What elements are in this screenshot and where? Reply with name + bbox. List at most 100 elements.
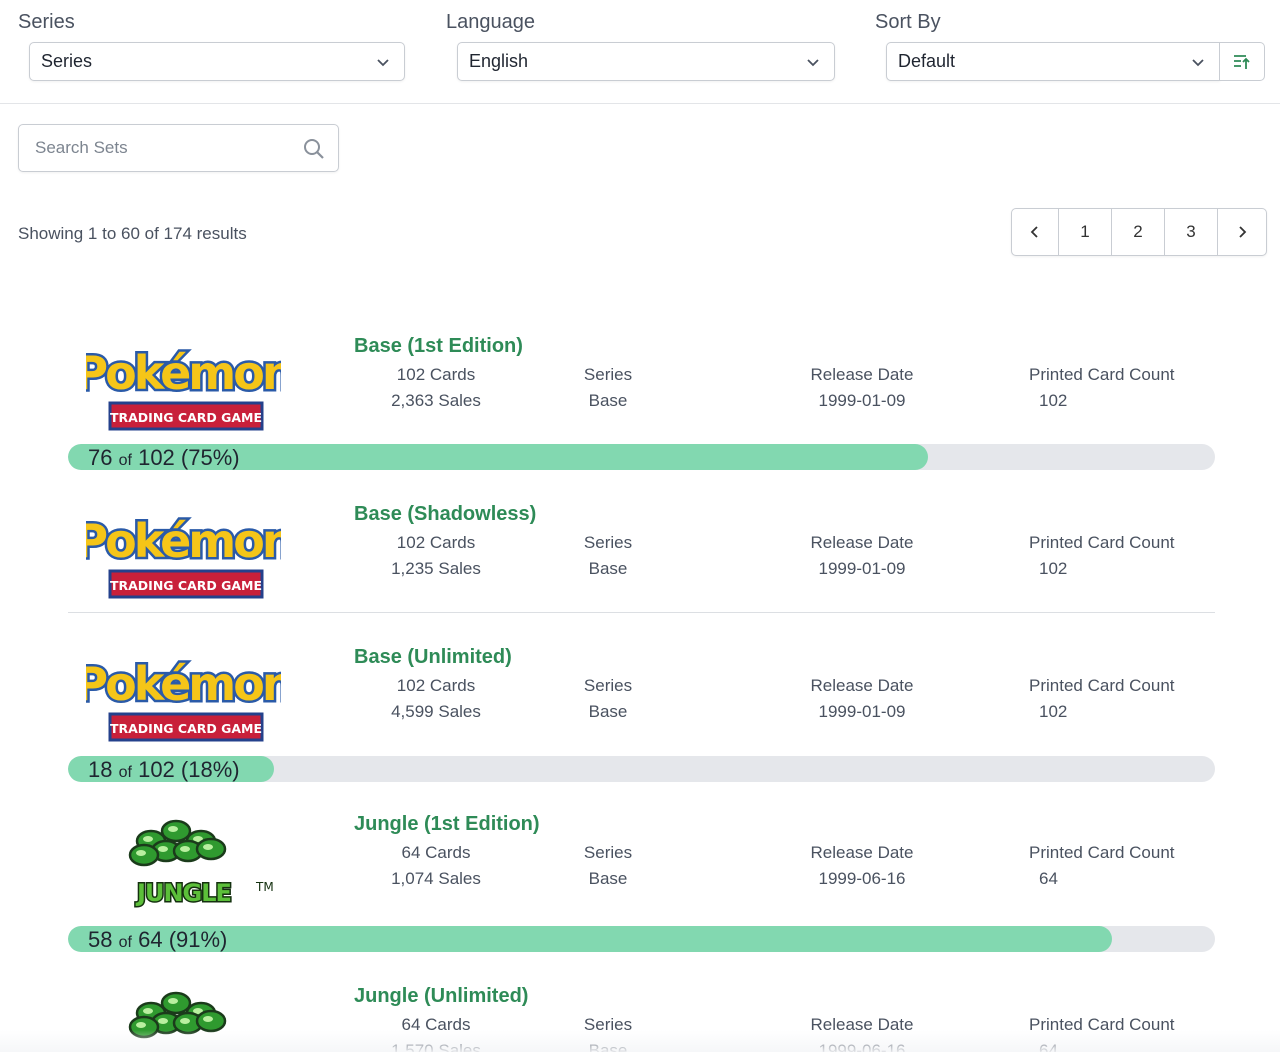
chevron-down-icon <box>807 59 819 67</box>
progress-percent: (18%) <box>180 757 240 782</box>
page-3-button[interactable]: 3 <box>1165 209 1218 255</box>
set-printed-count-value: 102 <box>1039 559 1068 578</box>
set-sales-total: 4,599 Sales <box>391 702 481 721</box>
progress-owned: 58 <box>88 927 113 952</box>
set-printed-count-label: Printed Card Count <box>1029 843 1175 862</box>
filter-bar: Series Series Language English Sort By D… <box>0 0 1280 104</box>
set-printed-count-label: Printed Card Count <box>1029 676 1175 695</box>
set-name-link[interactable]: Base (1st Edition) <box>354 335 523 358</box>
pokemon-tcg-logo[interactable]: Pokémon TRADING CARD GAME <box>86 499 281 599</box>
series-select[interactable]: Series <box>29 42 405 81</box>
progress-label: 76 of 102 (75%) <box>88 445 240 470</box>
progress-of: of <box>118 934 132 951</box>
set-printed-count-value: 64 <box>1039 869 1058 888</box>
set-card-stats: 102 Cards 4,599 Sales <box>386 673 486 725</box>
sort-direction-button[interactable] <box>1220 42 1265 81</box>
set-series-label: Series <box>583 843 633 862</box>
set-release-value: 1999-01-09 <box>818 702 906 721</box>
pagination: 1 2 3 <box>1011 208 1267 256</box>
collection-progress-bar: 58 of 64 (91%) <box>68 926 1215 952</box>
next-page-button[interactable] <box>1218 209 1266 255</box>
collection-progress-bar: 76 of 102 (75%) <box>68 444 1215 470</box>
progress-of: of <box>118 764 132 781</box>
logo-wordmark: Pokémon <box>86 514 281 568</box>
set-card-total: 102 Cards <box>396 365 476 384</box>
set-card-stats: 102 Cards 1,235 Sales <box>386 530 486 582</box>
progress-total: 64 <box>138 927 163 952</box>
chevron-down-icon <box>1192 59 1204 67</box>
set-printed-count: Printed Card Count 102 <box>1029 673 1193 725</box>
search-sets-input[interactable] <box>35 138 285 158</box>
set-series: Series Base <box>568 530 648 582</box>
set-release: Release Date 1999-06-16 <box>798 840 926 892</box>
set-sales-total: 1,235 Sales <box>391 559 481 578</box>
set-series-value: Base <box>588 391 628 410</box>
page-1-button[interactable]: 1 <box>1059 209 1112 255</box>
sort-ascending-icon <box>1234 54 1250 69</box>
set-card-stats: 102 Cards 2,363 Sales <box>386 362 486 414</box>
set-series-label: Series <box>583 533 633 552</box>
set-printed-count-label: Printed Card Count <box>1029 365 1175 384</box>
series-select-value: Series <box>41 51 93 71</box>
set-name-link[interactable]: Jungle (Unlimited) <box>354 985 528 1008</box>
set-series-value: Base <box>588 869 628 888</box>
set-printed-count-label: Printed Card Count <box>1029 533 1175 552</box>
progress-percent: (75%) <box>180 445 240 470</box>
set-name-link[interactable]: Jungle (1st Edition) <box>354 813 540 836</box>
page-2-button[interactable]: 2 <box>1112 209 1165 255</box>
set-series: Series Base <box>568 362 648 414</box>
progress-of: of <box>118 452 132 469</box>
series-filter-label: Series <box>18 11 75 33</box>
set-row[interactable]: JUNGLE TM Jungle (1st Edition) 64 Cards … <box>68 808 1215 918</box>
results-summary: Showing 1 to 60 of 174 results <box>18 224 247 243</box>
set-series-label: Series <box>583 365 633 384</box>
set-release-label: Release Date <box>810 365 914 384</box>
set-row[interactable]: Pokémon TRADING CARD GAME Base (1st Edit… <box>68 330 1215 440</box>
chevron-right-icon <box>1239 226 1247 238</box>
set-release-label: Release Date <box>810 533 914 552</box>
progress-total: 102 <box>138 445 175 470</box>
set-printed-count: Printed Card Count 102 <box>1029 362 1193 414</box>
pokemon-tcg-logo[interactable]: Pokémon TRADING CARD GAME <box>86 642 281 742</box>
set-printed-count: Printed Card Count 102 <box>1029 530 1193 582</box>
chevron-left-icon <box>1030 226 1038 238</box>
progress-percent: (91%) <box>168 927 228 952</box>
logo-subtitle: TRADING CARD GAME <box>110 578 262 593</box>
set-sales-total: 2,363 Sales <box>391 391 481 410</box>
set-release-label: Release Date <box>810 676 914 695</box>
progress-owned: 18 <box>88 757 113 782</box>
set-series: Series Base <box>568 673 648 725</box>
sort-select[interactable]: Default <box>886 42 1220 81</box>
scroll-fade <box>0 1030 1280 1052</box>
language-select[interactable]: English <box>457 42 835 81</box>
logo-wordmark: Pokémon <box>86 346 281 400</box>
set-card-total: 102 Cards <box>396 533 476 552</box>
progress-label: 18 of 102 (18%) <box>88 757 240 782</box>
set-name-link[interactable]: Base (Shadowless) <box>354 503 536 526</box>
logo-trademark: TM <box>255 880 274 894</box>
logo-wordmark: Pokémon <box>86 657 281 711</box>
previous-page-button[interactable] <box>1012 209 1059 255</box>
logo-wordmark: JUNGLE <box>135 879 231 907</box>
set-card-total: 64 Cards <box>401 843 471 862</box>
set-printed-count-value: 102 <box>1039 391 1068 410</box>
jungle-logo[interactable]: JUNGLE TM <box>86 809 281 909</box>
set-series-value: Base <box>588 702 628 721</box>
set-series-value: Base <box>588 559 628 578</box>
chevron-down-icon <box>377 59 389 67</box>
set-card-stats: 64 Cards 1,074 Sales <box>386 840 486 892</box>
set-row[interactable]: Pokémon TRADING CARD GAME Base (Unlimite… <box>68 612 1215 742</box>
sort-select-value: Default <box>898 51 956 71</box>
set-name-link[interactable]: Base (Unlimited) <box>354 646 512 669</box>
logo-subtitle: TRADING CARD GAME <box>110 721 262 736</box>
progress-owned: 76 <box>88 445 113 470</box>
search-sets-field[interactable] <box>18 124 339 172</box>
set-release: Release Date 1999-01-09 <box>798 673 926 725</box>
set-printed-count-value: 102 <box>1039 702 1068 721</box>
set-series: Series Base <box>568 840 648 892</box>
pokemon-tcg-logo[interactable]: Pokémon TRADING CARD GAME <box>86 331 281 431</box>
set-row[interactable]: Pokémon TRADING CARD GAME Base (Shadowle… <box>68 498 1215 608</box>
collection-progress-bar: 18 of 102 (18%) <box>68 756 1215 782</box>
set-release-label: Release Date <box>810 843 914 862</box>
search-icon[interactable] <box>303 138 325 160</box>
